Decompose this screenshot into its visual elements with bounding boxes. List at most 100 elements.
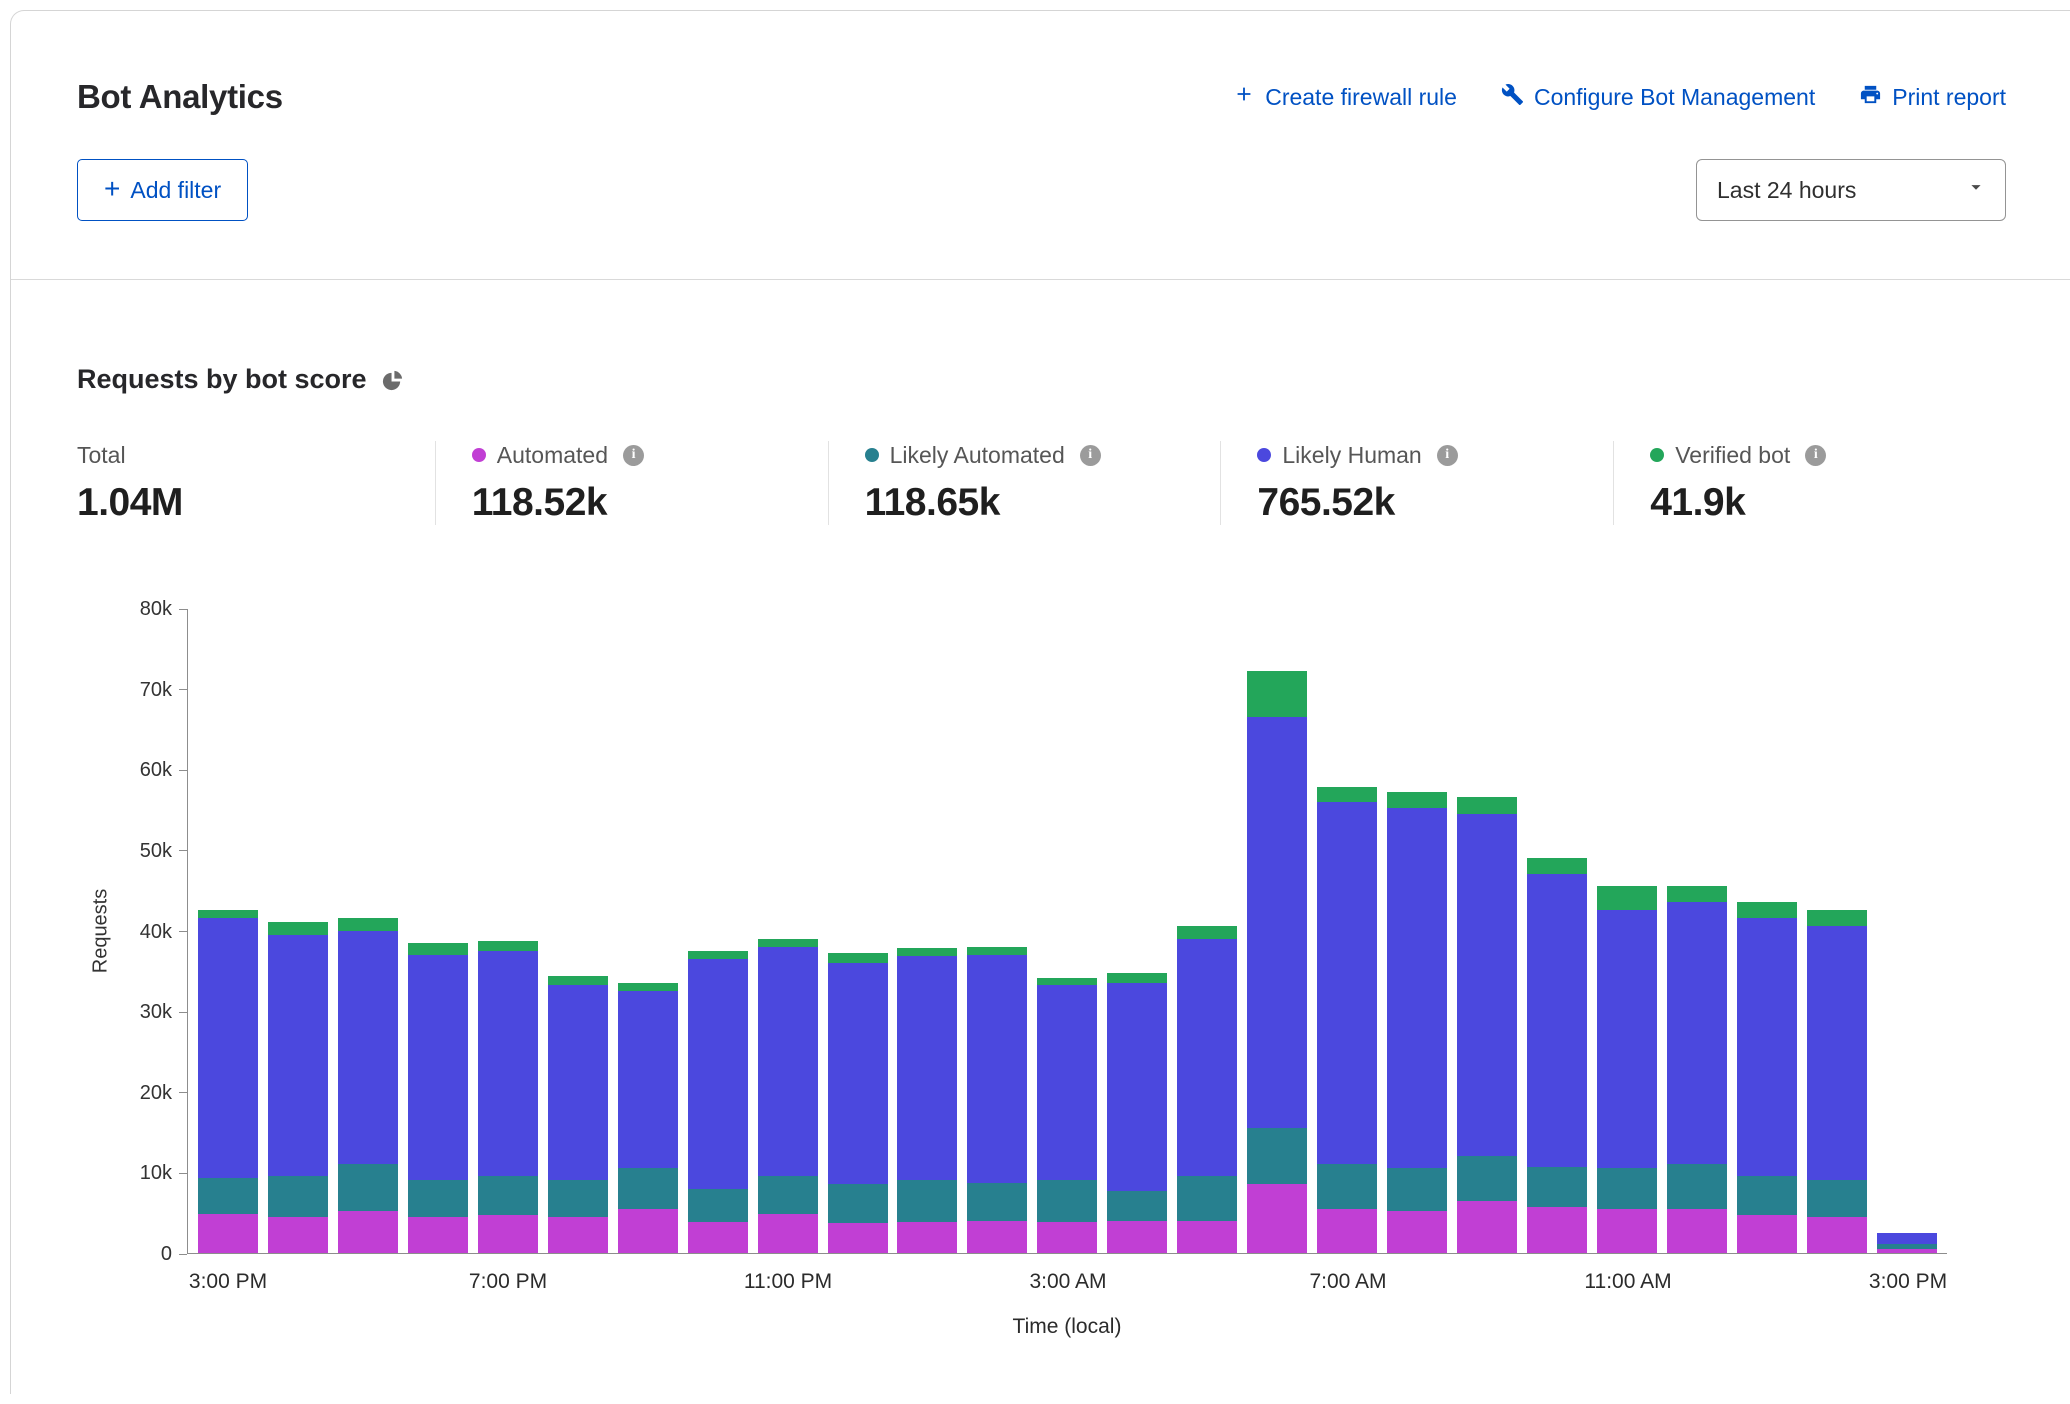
bar-segment-verified-bot: [758, 939, 818, 947]
y-axis-tick: [179, 609, 187, 610]
bar-column[interactable]: [408, 943, 468, 1253]
stats-row: Total 1.04M Automated i 118.52k Likely A…: [77, 441, 2006, 525]
info-icon[interactable]: i: [1805, 445, 1826, 466]
bar-segment-automated: [268, 1217, 328, 1253]
bar-column[interactable]: [1247, 671, 1307, 1253]
x-axis-label: 3:00 PM: [1869, 1270, 1947, 1294]
stat-verified-bot: Verified bot i 41.9k: [1613, 441, 2006, 525]
stat-value: 41.9k: [1650, 481, 2006, 525]
bar-column[interactable]: [1457, 797, 1517, 1253]
bar-column[interactable]: [1667, 886, 1727, 1253]
y-axis-label: 10k: [82, 1162, 172, 1184]
bar-segment-likely-automated: [478, 1176, 538, 1215]
bar-column[interactable]: [967, 947, 1027, 1253]
bar-segment-likely-automated: [1527, 1167, 1587, 1207]
configure-bot-management-link[interactable]: Configure Bot Management: [1501, 83, 1815, 112]
bar-column[interactable]: [1107, 973, 1167, 1253]
bar-segment-automated: [1597, 1209, 1657, 1253]
stat-total: Total 1.04M: [77, 441, 435, 525]
bar-column[interactable]: [828, 953, 888, 1253]
y-axis-label: 40k: [82, 921, 172, 943]
info-icon[interactable]: i: [1080, 445, 1101, 466]
x-axis-label: 7:00 AM: [1309, 1270, 1386, 1294]
y-axis-tick: [179, 1173, 187, 1174]
info-icon[interactable]: i: [623, 445, 644, 466]
y-axis-label: 80k: [82, 598, 172, 620]
bar-column[interactable]: [1877, 1233, 1937, 1253]
bar-segment-likely-human: [1877, 1233, 1937, 1244]
bar-segment-likely-automated: [1597, 1168, 1657, 1208]
bar-column[interactable]: [1037, 978, 1097, 1253]
chevron-down-icon: [1965, 176, 1987, 204]
y-axis-label: 0: [82, 1243, 172, 1265]
bar-segment-likely-automated: [338, 1164, 398, 1211]
stat-likely-automated: Likely Automated i 118.65k: [828, 441, 1221, 525]
bar-segment-verified-bot: [1597, 886, 1657, 910]
info-icon[interactable]: i: [1437, 445, 1458, 466]
bar-column[interactable]: [1807, 910, 1867, 1253]
bar-column[interactable]: [1737, 902, 1797, 1253]
create-firewall-rule-link[interactable]: Create firewall rule: [1233, 83, 1457, 111]
bar-segment-likely-human: [548, 985, 608, 1181]
bar-segment-likely-human: [828, 963, 888, 1185]
stat-label-text: Verified bot: [1675, 442, 1790, 469]
x-axis-label: 3:00 AM: [1029, 1270, 1106, 1294]
bar-segment-verified-bot: [1667, 886, 1727, 902]
bar-segment-verified-bot: [1807, 910, 1867, 926]
bar-segment-automated: [548, 1217, 608, 1253]
bar-column[interactable]: [618, 983, 678, 1253]
bar-segment-likely-human: [268, 935, 328, 1177]
bar-column[interactable]: [688, 951, 748, 1253]
bar-segment-likely-human: [1177, 939, 1237, 1177]
bar-column[interactable]: [548, 976, 608, 1253]
bar-segment-likely-human: [618, 991, 678, 1168]
bar-segment-likely-human: [897, 956, 957, 1180]
bar-segment-automated: [1037, 1222, 1097, 1253]
bar-segment-automated: [1737, 1215, 1797, 1253]
y-axis-label: 50k: [82, 840, 172, 862]
y-axis-label: 20k: [82, 1082, 172, 1104]
bar-segment-verified-bot: [268, 922, 328, 934]
bar-column[interactable]: [1527, 858, 1587, 1253]
y-axis-tick: [179, 770, 187, 771]
bar-column[interactable]: [198, 910, 258, 1253]
likely-human-legend-dot: [1257, 448, 1271, 462]
likely-automated-legend-dot: [865, 448, 879, 462]
bar-column[interactable]: [478, 941, 538, 1253]
bar-column[interactable]: [897, 948, 957, 1253]
bar-segment-automated: [618, 1209, 678, 1253]
title-row: Bot Analytics Create firewall rule Confi…: [77, 73, 2006, 121]
x-axis-label: 11:00 PM: [744, 1270, 832, 1294]
bar-segment-likely-human: [1667, 902, 1727, 1164]
stat-label-text: Automated: [497, 442, 608, 469]
bar-segment-likely-human: [408, 955, 468, 1181]
x-axis-label: 3:00 PM: [189, 1270, 267, 1294]
y-axis-tick: [179, 1012, 187, 1013]
bar-segment-likely-human: [758, 947, 818, 1177]
wrench-icon: [1501, 83, 1524, 112]
bar-segment-likely-automated: [548, 1180, 608, 1216]
bar-column[interactable]: [1597, 886, 1657, 1253]
print-report-link[interactable]: Print report: [1859, 83, 2006, 112]
bar-column[interactable]: [338, 918, 398, 1253]
bar-column[interactable]: [268, 922, 328, 1253]
bar-segment-verified-bot: [1457, 797, 1517, 813]
bar-segment-automated: [688, 1222, 748, 1253]
bar-column[interactable]: [758, 939, 818, 1253]
time-range-select[interactable]: Last 24 hours: [1696, 159, 2006, 221]
bar-column[interactable]: [1317, 787, 1377, 1253]
add-filter-button[interactable]: + Add filter: [77, 159, 248, 221]
bar-segment-likely-automated: [408, 1180, 468, 1216]
bar-segment-verified-bot: [897, 948, 957, 956]
bar-segment-verified-bot: [198, 910, 258, 918]
bar-segment-automated: [828, 1223, 888, 1253]
bar-segment-likely-human: [478, 951, 538, 1177]
y-axis-label: 30k: [82, 1001, 172, 1023]
bar-column[interactable]: [1177, 926, 1237, 1253]
bar-segment-likely-automated: [897, 1180, 957, 1222]
bar-segment-likely-automated: [758, 1176, 818, 1214]
plus-icon: +: [104, 175, 120, 203]
bar-column[interactable]: [1387, 792, 1447, 1253]
stat-label-text: Total: [77, 442, 126, 469]
automated-legend-dot: [472, 448, 486, 462]
